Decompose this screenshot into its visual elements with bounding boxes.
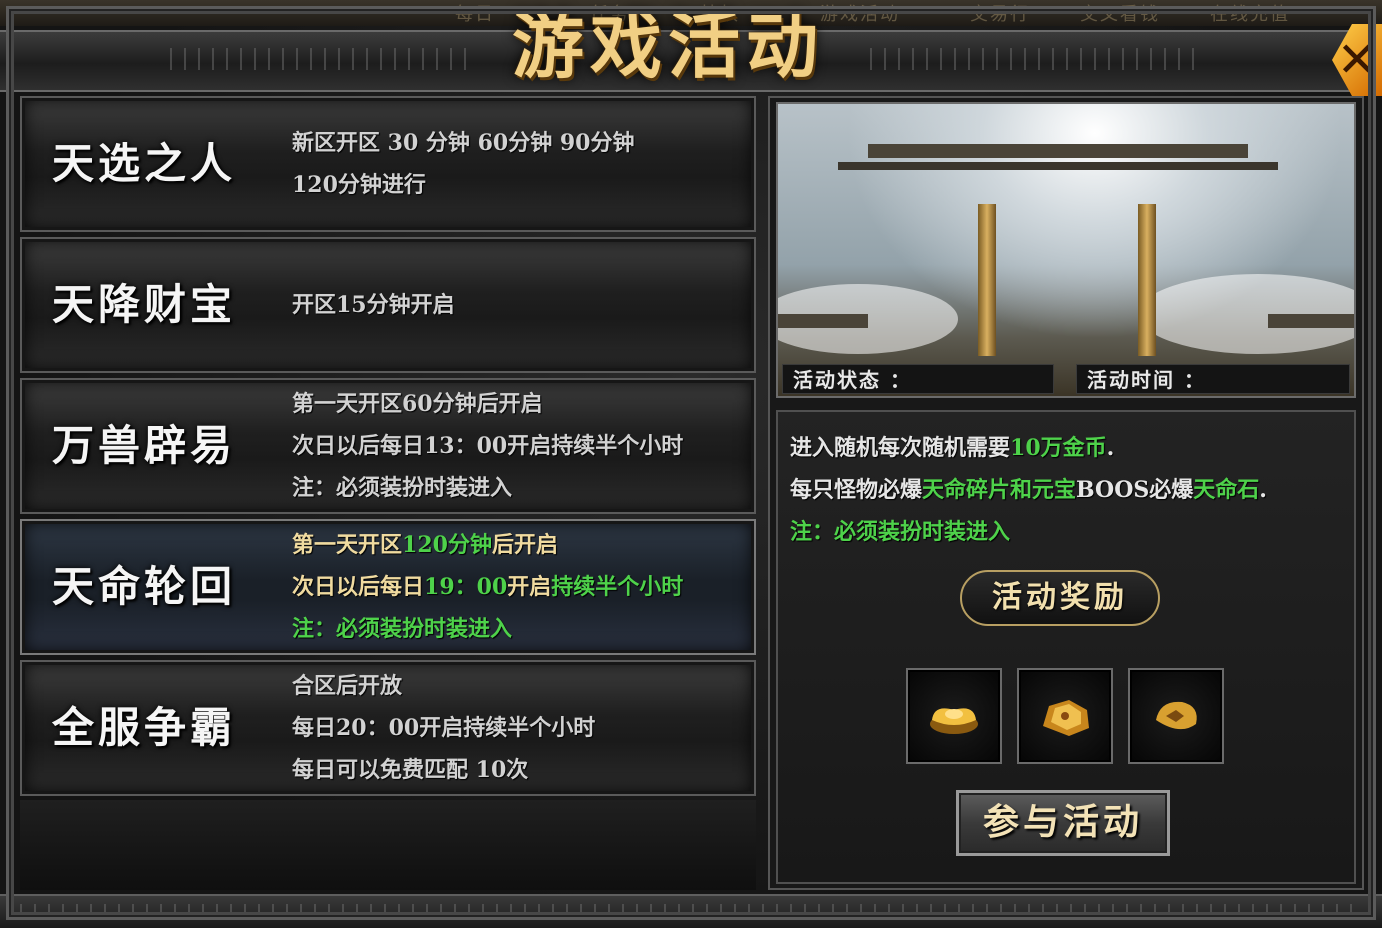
activity-description: 第一天开区120分钟后开启 次日以后每日19：00开启持续半个小时 注：必须装扮时装… <box>292 524 752 650</box>
activity-description: 第一天开区60分钟后开启次日以后每日13：00开启持续半个小时 注：必须装扮时装进… <box>292 383 752 509</box>
activity-row[interactable]: 天选之人 新区开区 30 分钟 60分钟 90分钟 120分钟进行 <box>20 96 756 232</box>
text-segment: BOOS必爆 <box>1076 477 1194 503</box>
activity-description: 新区开区 30 分钟 60分钟 90分钟 120分钟进行 <box>292 122 752 206</box>
text-segment: 10万金币 <box>1010 435 1107 461</box>
text-segment: 19：00 <box>424 574 508 600</box>
bottom-band <box>0 894 1382 928</box>
text-segment: 天命石 <box>1193 477 1260 503</box>
activity-list: 天选之人 新区开区 30 分钟 60分钟 90分钟 120分钟进行天降财宝 开区15分… <box>20 96 756 800</box>
text-segment: 第一天开区60分钟后开启 <box>292 391 543 417</box>
activity-description: 开区15分钟开启 <box>292 284 752 326</box>
text-segment: 每日可以免费匹配 10次 <box>292 757 529 783</box>
info-line: 进入随机每次随机需要10万金币. <box>790 434 1114 462</box>
text-segment: 注：必须装扮时装进入 <box>292 475 513 501</box>
description-line: 120分钟进行 <box>292 164 752 206</box>
nav-tab[interactable]: 交易行 <box>970 0 1030 25</box>
text-segment: 120分钟 <box>402 532 492 558</box>
activity-name: 天降财宝 <box>52 280 237 329</box>
reward-slot[interactable] <box>1128 668 1224 764</box>
activity-name: 全服争霸 <box>52 703 237 752</box>
text-segment: 次日以后每日 <box>292 574 425 600</box>
activity-row[interactable]: 天命轮回 第一天开区120分钟后开启 次日以后每日19：00开启持续半个小时 注：必须… <box>20 519 756 655</box>
activity-row[interactable]: 万兽辟易 第一天开区60分钟后开启次日以后每日13：00开启持续半个小时 注：必须装… <box>20 378 756 514</box>
activity-row[interactable]: 天降财宝 开区15分钟开启 <box>20 237 756 373</box>
activity-name: 万兽辟易 <box>52 421 237 470</box>
join-activity-button[interactable]: 参与活动 <box>956 790 1170 856</box>
text-segment: 后开启 <box>491 532 558 558</box>
band-pattern <box>170 48 470 70</box>
gate-pillar <box>1138 204 1156 356</box>
info-line: 注：必须装扮时装进入 <box>790 518 1010 546</box>
info-line: 每只怪物必爆天命碎片和元宝BOOS必爆天命石. <box>790 476 1267 504</box>
description-line: 开区15分钟开启 <box>292 284 752 326</box>
gate-pillar <box>978 204 996 356</box>
gold-ingot-icon <box>930 708 978 734</box>
gate-roof <box>838 162 1278 170</box>
text-segment: 持续半个小时 <box>551 574 684 600</box>
text-segment: 第一天开区 <box>292 532 403 558</box>
band-pattern <box>20 904 1362 920</box>
text-segment: 注：必须装扮时装进入 <box>292 616 513 642</box>
description-line: 每日20：00开启持续半个小时 <box>292 707 752 749</box>
page-title: 游戏活动 <box>511 3 824 88</box>
text-segment: 120分钟进行 <box>292 172 426 198</box>
reward-slot[interactable] <box>906 668 1002 764</box>
activity-status-label: 活动状态 ： <box>782 364 1054 394</box>
text-segment: 天命碎片和元宝 <box>922 477 1077 503</box>
activity-description: 合区后开放每日20：00开启持续半个小时 每日可以免费匹配 10次 <box>292 665 752 791</box>
activity-time-label: 活动时间 ： <box>1076 364 1350 394</box>
description-line: 新区开区 30 分钟 60分钟 90分钟 <box>292 122 752 164</box>
activity-row[interactable]: 全服争霸 合区后开放每日20：00开启持续半个小时 每日可以免费匹配 10次 <box>20 660 756 796</box>
description-line: 注：必须装扮时装进入 <box>292 467 752 509</box>
text-segment: 新区开区 30 分钟 60分钟 90分钟 <box>292 130 635 156</box>
band-pattern <box>870 48 1200 70</box>
description-line: 次日以后每日13：00开启持续半个小时 <box>292 425 752 467</box>
description-line: 注：必须装扮时装进入 <box>292 608 752 650</box>
text-segment: . <box>1259 477 1267 503</box>
text-segment: 合区后开放 <box>292 673 403 699</box>
list-footer-decor <box>20 800 756 890</box>
text-segment: 每只怪物必爆 <box>790 477 923 503</box>
gold-nugget-icon <box>1156 701 1197 730</box>
reward-title: 活动奖励 <box>960 570 1160 626</box>
description-line: 第一天开区120分钟后开启 <box>292 524 752 566</box>
description-line: 第一天开区60分钟后开启 <box>292 383 752 425</box>
description-line: 次日以后每日19：00开启持续半个小时 <box>292 566 752 608</box>
text-segment: 每日20：00开启持续半个小时 <box>292 715 596 741</box>
reward-slot[interactable] <box>1017 668 1113 764</box>
activity-name: 天选之人 <box>52 139 237 188</box>
side-roof <box>1268 314 1354 328</box>
text-segment: 注：必须装扮时装进入 <box>790 519 1011 545</box>
text-segment: 次日以后每日13：00开启持续半个小时 <box>292 433 684 459</box>
description-line: 合区后开放 <box>292 665 752 707</box>
text-segment: 开启 <box>507 574 552 600</box>
activity-name: 天命轮回 <box>52 562 237 611</box>
gate-roof <box>868 144 1248 158</box>
nav-tab[interactable]: 在线充值 <box>1210 0 1290 25</box>
text-segment: 开区15分钟开启 <box>292 292 455 318</box>
side-roof <box>778 314 868 328</box>
nav-tab[interactable]: 交叉看钱 <box>1080 0 1160 25</box>
gold-ore-icon <box>1043 700 1089 736</box>
text-segment: . <box>1106 435 1115 461</box>
text-segment: 进入随机每次随机需要 <box>790 435 1011 461</box>
activity-banner-image: 活动状态 ： 活动时间 ： <box>776 102 1356 398</box>
description-line: 每日可以免费匹配 10次 <box>292 749 752 791</box>
